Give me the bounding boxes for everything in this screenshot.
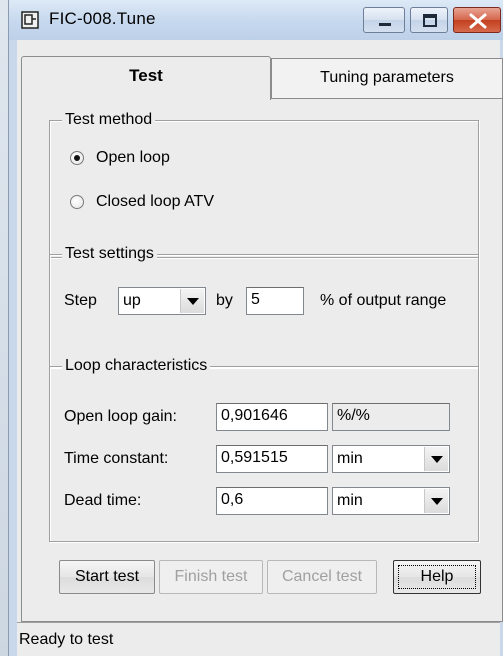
step-label: Step	[64, 292, 97, 309]
title-bar[interactable]: FIC-008.Tune	[9, 0, 503, 40]
client-area: Test Tuning parameters Test method Open …	[17, 40, 503, 656]
by-label: by	[216, 292, 233, 309]
test-method-title: Test method	[62, 110, 156, 130]
radio-closed-loop-label: Closed loop ATV	[96, 193, 214, 210]
radio-open-loop[interactable]: Open loop	[70, 147, 170, 169]
focus-rect	[398, 565, 476, 589]
chevron-down-icon[interactable]	[424, 489, 448, 513]
loop-characteristics-group: Loop characteristics Open loop gain: 0,9…	[49, 356, 479, 542]
finish-test-button[interactable]: Finish test	[159, 560, 263, 594]
open-loop-gain-label: Open loop gain:	[64, 408, 177, 425]
chevron-down-icon[interactable]	[424, 447, 448, 471]
status-text: Ready to test	[19, 631, 114, 648]
close-icon	[469, 13, 487, 29]
test-settings-group: Test settings Step up by 5 % of output r…	[49, 244, 479, 368]
test-settings-title: Test settings	[62, 244, 157, 264]
radio-open-loop-label: Open loop	[96, 149, 170, 166]
cancel-test-button[interactable]: Cancel test	[267, 560, 377, 594]
start-test-button[interactable]: Start test	[59, 560, 155, 594]
close-button[interactable]	[453, 7, 501, 33]
dead-time-unit-select[interactable]: min	[332, 487, 450, 515]
dead-time-label: Dead time:	[64, 492, 142, 509]
step-size-input[interactable]: 5	[246, 287, 304, 315]
tab-tuning-parameters[interactable]: Tuning parameters	[271, 58, 503, 98]
test-method-group: Test method Open loop Closed loop ATV	[49, 110, 479, 258]
output-range-label: % of output range	[320, 292, 447, 309]
open-loop-gain-field[interactable]: 0,901646	[216, 403, 328, 431]
time-constant-field[interactable]: 0,591515	[216, 445, 328, 473]
tab-test[interactable]: Test	[21, 56, 271, 100]
dead-time-field[interactable]: 0,6	[216, 487, 328, 515]
open-loop-gain-unit: %/%	[332, 403, 450, 431]
desktop-strip	[0, 0, 8, 656]
tune-window: FIC-008.Tune Test Tuning parameters Test…	[8, 0, 503, 656]
step-direction-value: up	[123, 292, 141, 309]
dead-time-unit-value: min	[337, 492, 363, 509]
step-direction-select[interactable]: up	[118, 287, 206, 315]
minimize-icon	[379, 23, 391, 26]
loop-characteristics-title: Loop characteristics	[62, 356, 211, 376]
minimize-button[interactable]	[363, 7, 405, 33]
time-constant-unit-value: min	[337, 450, 363, 467]
status-bar: Ready to test	[17, 622, 500, 656]
time-constant-unit-select[interactable]: min	[332, 445, 450, 473]
help-button[interactable]: Help	[393, 560, 481, 594]
time-constant-label: Time constant:	[64, 450, 169, 467]
maximize-icon	[423, 14, 437, 27]
maximize-button[interactable]	[410, 7, 448, 33]
radio-checked-icon[interactable]	[70, 151, 84, 165]
window-title: FIC-008.Tune	[49, 9, 156, 28]
radio-unchecked-icon[interactable]	[70, 195, 84, 209]
app-icon	[21, 11, 39, 29]
radio-closed-loop-atv[interactable]: Closed loop ATV	[70, 191, 214, 213]
chevron-down-icon[interactable]	[180, 289, 204, 313]
